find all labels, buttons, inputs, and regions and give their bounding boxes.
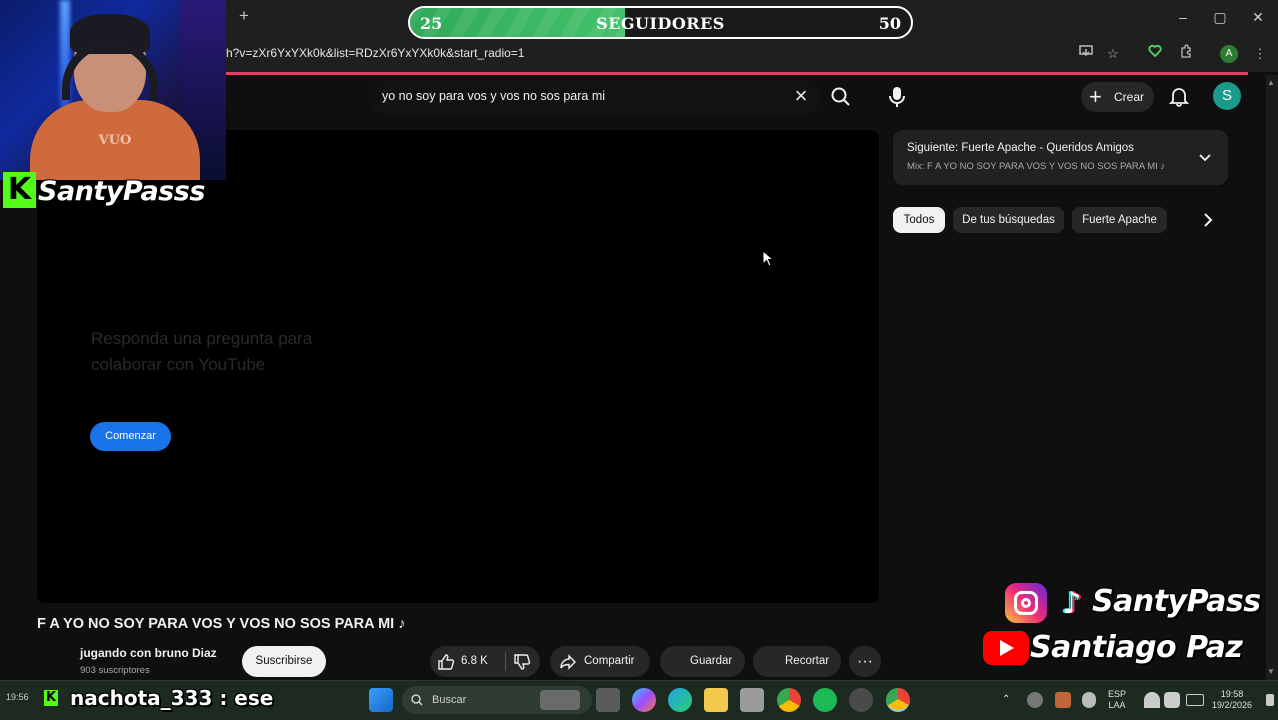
- social-handle: SantyPass: [1092, 584, 1261, 619]
- new-tab-button[interactable]: +: [234, 6, 254, 26]
- page-scrollbar[interactable]: [1266, 75, 1278, 680]
- search-icon: [831, 87, 850, 106]
- next-video-title: Siguiente: Fuerte Apache - Queridos Amig…: [907, 142, 1134, 154]
- like-dislike-group: 6.8 K: [430, 646, 540, 677]
- url-text[interactable]: h?v=zXr6YxYXk0k&list=RDzXr6YxYXk0k&start…: [226, 46, 524, 60]
- account-avatar[interactable]: S: [1213, 82, 1241, 110]
- scroll-up-icon[interactable]: ▲: [1267, 78, 1275, 87]
- input-language-line1: ESP: [1108, 689, 1127, 699]
- screen: { "overlay": { "goal": { "min": "25", "l…: [0, 0, 1278, 720]
- survey-start-button[interactable]: Comenzar: [90, 422, 171, 451]
- goal-label: SEGUIDORES: [596, 14, 725, 33]
- chrome-icon[interactable]: [777, 688, 801, 712]
- store-icon[interactable]: [740, 688, 764, 712]
- mic-icon: [889, 87, 905, 107]
- bookmark-star-icon[interactable]: ☆: [1103, 44, 1123, 64]
- share-label: Compartir: [584, 655, 635, 667]
- voice-search-button[interactable]: [882, 80, 912, 112]
- tray-app2-icon[interactable]: [1055, 692, 1071, 708]
- chat-message: nachota_333 : ese: [70, 686, 274, 710]
- create-button[interactable]: + Crear: [1081, 82, 1154, 112]
- share-button[interactable]: Compartir: [550, 646, 650, 677]
- notifications-bell-icon[interactable]: [1167, 84, 1191, 108]
- search-button[interactable]: [822, 80, 860, 114]
- edge-icon[interactable]: [668, 688, 692, 712]
- profile-avatar[interactable]: A: [1220, 45, 1238, 63]
- survey-question: Responda una pregunta para colaborar con…: [91, 329, 313, 374]
- followers-goal-bar: 25 SEGUIDORES 50: [408, 6, 913, 39]
- obs-icon[interactable]: [849, 688, 873, 712]
- save-button[interactable]: Guardar: [660, 646, 745, 677]
- volume-icon[interactable]: [1164, 692, 1180, 708]
- mouse-cursor-icon: [762, 250, 774, 267]
- copilot-icon[interactable]: [632, 688, 656, 712]
- maximize-button[interactable]: ▢: [1205, 6, 1235, 28]
- chip-todos[interactable]: Todos: [893, 207, 945, 233]
- youtube-channel-name: Santiago Paz: [1030, 630, 1243, 665]
- like-count[interactable]: 6.8 K: [461, 646, 488, 677]
- chat-timestamp: 19:56: [6, 692, 29, 702]
- tray-mic-icon[interactable]: [1082, 692, 1096, 708]
- instagram-icon: [1005, 583, 1047, 623]
- thumbs-down-icon[interactable]: [512, 652, 532, 672]
- close-window-button[interactable]: ✕: [1243, 6, 1273, 28]
- battery-icon[interactable]: [1186, 694, 1204, 706]
- like-divider: [505, 652, 506, 671]
- kick-logo-icon: K: [3, 172, 36, 208]
- tray-overflow-icon[interactable]: ⌃: [1002, 694, 1010, 705]
- menu-kebab-icon[interactable]: ⋮: [1250, 44, 1270, 64]
- shirt-print: VUO: [98, 133, 132, 148]
- clip-button[interactable]: Recortar: [753, 646, 841, 677]
- next-video-card[interactable]: Siguiente: Fuerte Apache - Queridos Amig…: [893, 130, 1228, 185]
- input-language-line2: LAA: [1108, 700, 1126, 710]
- chrome-active-icon[interactable]: [886, 688, 910, 712]
- input-language[interactable]: ESP LAA: [1108, 689, 1126, 711]
- minimize-button[interactable]: –: [1168, 6, 1198, 28]
- notification-center-icon[interactable]: [1266, 694, 1274, 706]
- thumbs-up-icon[interactable]: [436, 652, 456, 672]
- extensions-puzzle-icon[interactable]: [1176, 44, 1196, 64]
- search-highlight-icon[interactable]: [540, 690, 580, 710]
- chevron-right-icon[interactable]: [1196, 208, 1220, 232]
- save-label: Guardar: [690, 655, 733, 667]
- extension-heart-icon[interactable]: [1145, 44, 1165, 64]
- more-actions-icon[interactable]: ···: [849, 646, 881, 677]
- clock-time: 19:58: [1220, 689, 1244, 699]
- next-video-subtitle: Mix: F A YO NO SOY PARA VOS Y VOS NO SOS…: [907, 161, 1166, 172]
- install-app-icon[interactable]: [1076, 44, 1096, 64]
- taskbar-search-label: Buscar: [432, 694, 467, 706]
- plus-icon: +: [1089, 84, 1102, 109]
- streamer-name: SantyPasss: [38, 176, 205, 207]
- goal-target: 50: [878, 14, 901, 33]
- wifi-icon[interactable]: [1144, 692, 1160, 708]
- chevron-down-icon[interactable]: [1196, 148, 1214, 166]
- taskbar-search-icon: [411, 694, 423, 706]
- create-label: Crear: [1114, 90, 1145, 104]
- clock[interactable]: 19:58 19/2/2026: [1212, 689, 1252, 711]
- subscriber-count: 903 suscriptores: [80, 665, 150, 676]
- kick-chat-icon: K: [44, 690, 58, 706]
- led-light: [60, 0, 70, 120]
- subscribe-button[interactable]: Suscribirse: [242, 646, 326, 677]
- clear-search-icon[interactable]: ×: [790, 84, 812, 108]
- youtube-logo-icon: [983, 631, 1029, 665]
- scroll-down-icon[interactable]: ▼: [1267, 667, 1275, 676]
- search-input[interactable]: yo no soy para vos y vos no sos para mi: [382, 89, 605, 103]
- clock-date: 19/2/2026: [1212, 700, 1253, 710]
- chip-de-tus-busquedas[interactable]: De tus búsquedas: [953, 207, 1064, 233]
- clip-label: Recortar: [785, 655, 830, 667]
- tray-app-icon[interactable]: [1027, 692, 1043, 708]
- start-windows-icon[interactable]: [369, 688, 393, 712]
- spotify-icon[interactable]: [813, 688, 837, 712]
- webcam-feed: VUO: [0, 0, 226, 180]
- channel-name[interactable]: jugando con bruno Diaz: [80, 646, 217, 660]
- file-explorer-icon[interactable]: [704, 688, 728, 712]
- share-arrow-icon: [560, 654, 576, 670]
- video-title: F A YO NO SOY PARA VOS Y VOS NO SOS PARA…: [37, 616, 406, 632]
- task-view-icon[interactable]: [596, 688, 620, 712]
- tiktok-icon: ♪: [1062, 586, 1082, 621]
- chip-fuerte-apache[interactable]: Fuerte Apache: [1072, 207, 1167, 233]
